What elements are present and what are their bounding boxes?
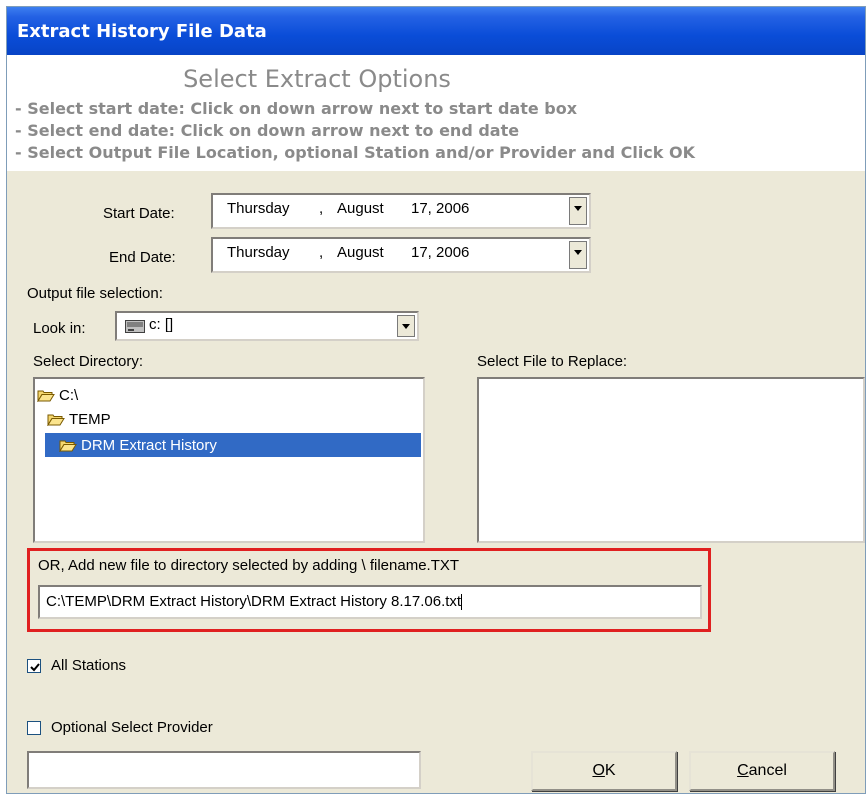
optional-provider-checkbox[interactable] [27,721,41,735]
ok-label-rest: K [604,762,616,779]
start-date-day-year: 17, 2006 [411,200,470,217]
new-file-path-value: C:\TEMP\DRM Extract History\DRM Extract … [46,593,462,610]
ok-button[interactable]: OK [531,751,677,791]
look-in-drive-select[interactable]: c: [] [115,311,419,341]
file-list[interactable] [477,377,865,543]
instruction-line-2: - Select end date: Click on down arrow n… [15,121,520,140]
end-date-month: August [337,244,384,261]
chevron-down-icon[interactable] [569,197,587,225]
all-stations-checkbox[interactable] [27,659,41,673]
directory-item-label: TEMP [69,410,111,428]
window-titlebar[interactable]: Extract History File Data [7,7,865,55]
end-date-day-year: 17, 2006 [411,244,470,261]
drive-icon [125,320,145,337]
new-file-label: OR, Add new file to directory selected b… [38,557,460,574]
instructions-header: Select Extract Options - Select start da… [7,55,865,171]
cancel-button[interactable]: Cancel [689,751,835,791]
cancel-label-rest: ancel [748,762,787,779]
directory-item-label: DRM Extract History [81,436,217,454]
end-date-weekday: Thursday [227,244,290,261]
start-date-separator: , [319,200,324,217]
look-in-label: Look in: [33,320,86,337]
new-file-path-input[interactable]: C:\TEMP\DRM Extract History\DRM Extract … [38,585,702,619]
output-file-label: Output file selection: [27,285,163,302]
extract-history-dialog: Extract History File Data Select Extract… [6,6,866,794]
window-title: Extract History File Data [17,21,267,42]
cancel-mnemonic: C [737,762,749,779]
directory-list[interactable]: C:\ TEMP DRM Extract History [33,377,425,543]
start-date-month: August [337,200,384,217]
start-date-picker[interactable]: Thursday , August 17, 2006 [211,193,591,229]
all-stations-label: All Stations [51,657,127,674]
open-folder-icon [47,413,65,426]
end-date-label: End Date: [109,249,176,266]
text-cursor [461,594,463,611]
start-date-label: Start Date: [103,205,175,222]
directory-item-c[interactable]: C:\ [37,383,237,407]
ok-mnemonic: O [592,762,605,779]
provider-input[interactable] [27,751,421,789]
open-folder-icon [59,439,77,452]
open-folder-icon [37,389,55,402]
optional-provider-label: Optional Select Provider [51,719,213,736]
chevron-down-icon[interactable] [397,315,415,337]
new-file-highlight: OR, Add new file to directory selected b… [27,548,711,632]
header-title: Select Extract Options [183,65,451,93]
instruction-line-3: - Select Output File Location, optional … [15,143,695,162]
directory-item-drm-extract-history[interactable]: DRM Extract History [45,433,421,457]
select-directory-label: Select Directory: [33,353,144,370]
chevron-down-icon[interactable] [569,241,587,269]
directory-item-label: C:\ [59,386,79,404]
end-date-separator: , [319,244,324,261]
directory-item-temp[interactable]: TEMP [47,407,247,431]
select-file-label: Select File to Replace: [477,353,628,370]
start-date-weekday: Thursday [227,200,290,217]
end-date-picker[interactable]: Thursday , August 17, 2006 [211,237,591,273]
instruction-line-1: - Select start date: Click on down arrow… [15,99,578,118]
look-in-value: c: [] [149,316,174,333]
